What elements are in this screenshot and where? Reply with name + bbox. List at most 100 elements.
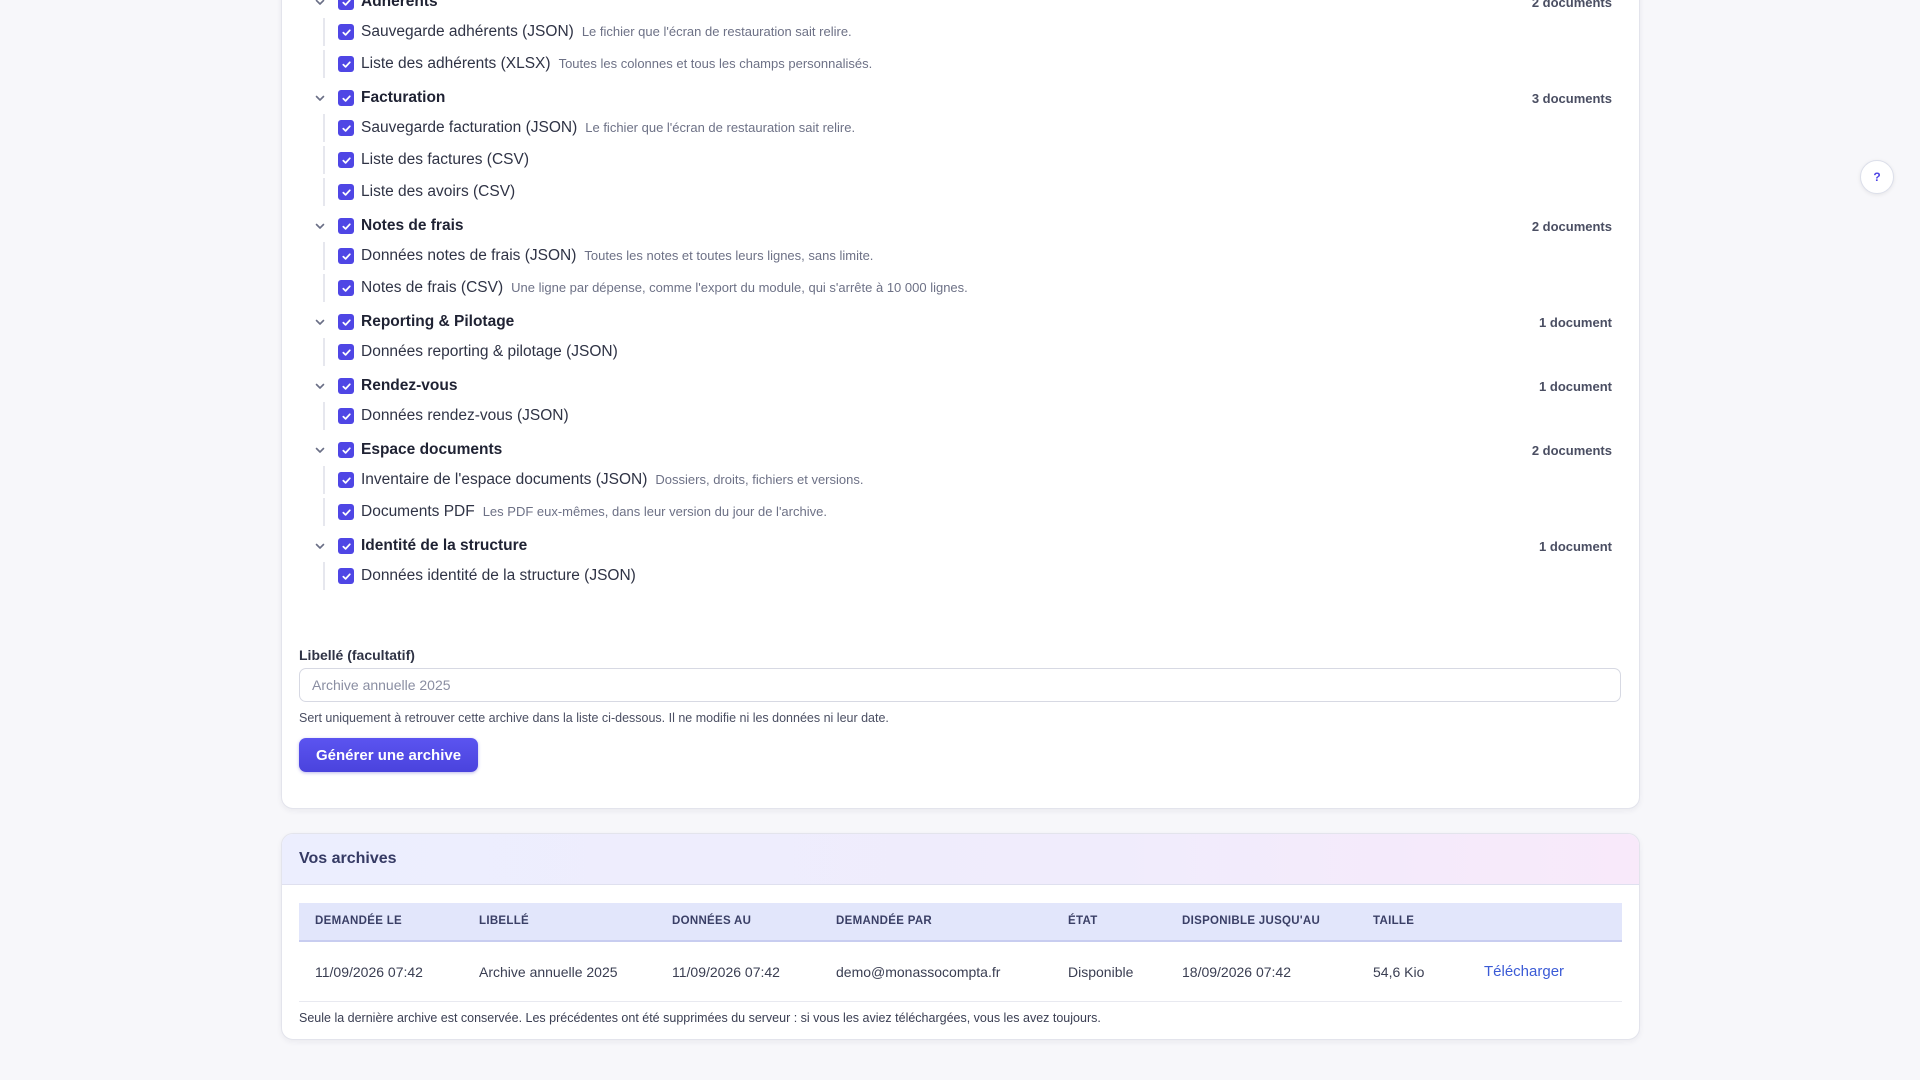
item-description: Toutes les colonnes et tous les champs p…: [558, 56, 873, 71]
label-field-helper: Sert uniquement à retrouver cette archiv…: [299, 711, 889, 725]
item-checkbox[interactable]: [338, 568, 354, 584]
item-checkbox[interactable]: [338, 184, 354, 200]
item-label-wrap: Données rendez-vous (JSON): [361, 407, 569, 425]
chevron-down-icon[interactable]: [313, 539, 327, 553]
item-label-wrap: Données notes de frais (JSON) Toutes les …: [361, 247, 873, 265]
tree-guide-line: [323, 178, 325, 206]
item-label-wrap: Liste des factures (CSV): [361, 151, 529, 169]
help-label: ?: [1873, 170, 1881, 184]
chevron-down-icon[interactable]: [313, 0, 327, 9]
item-label: Liste des adhérents (XLSX): [361, 55, 551, 72]
item-description: Les PDF eux-mêmes, dans leur version du …: [482, 504, 827, 519]
archives-title: Vos archives: [299, 850, 397, 867]
group-checkbox[interactable]: [338, 218, 354, 234]
help-button[interactable]: ?: [1860, 160, 1894, 194]
chevron-down-icon[interactable]: [313, 379, 327, 393]
group-label: Rendez-vous: [361, 377, 458, 394]
group-checkbox[interactable]: [338, 442, 354, 458]
item-label: Sauvegarde facturation (JSON): [361, 119, 578, 136]
item-label-wrap: Documents PDF Les PDF eux-mêmes, dans leu…: [361, 503, 827, 521]
item-label: Inventaire de l'espace documents (JSON): [361, 471, 648, 488]
group-label: Notes de frais: [361, 217, 464, 234]
export-card: Adhérents 2 documents Sauvegarde adhérents…: [281, 0, 1640, 809]
group-document-count: 1 document: [1539, 538, 1612, 554]
list-item: Liste des adhérents (XLSX) Toutes les col…: [299, 50, 1612, 78]
group-document-count: 3 documents: [1531, 90, 1612, 106]
col-available-until: DISPONIBLE JUSQU'AU: [1182, 915, 1321, 927]
tree-guide-line: [323, 242, 325, 270]
cell-data-at: 11/09/2026 07:42: [672, 964, 780, 980]
list-item: Données notes de frais (JSON) Toutes les …: [299, 242, 1612, 270]
group-checkbox[interactable]: [338, 314, 354, 330]
chevron-down-icon[interactable]: [313, 91, 327, 105]
item-label: Documents PDF: [361, 503, 475, 520]
group-document-count: 2 documents: [1531, 0, 1612, 10]
group-document-count: 2 documents: [1531, 442, 1612, 458]
chevron-down-icon[interactable]: [313, 219, 327, 233]
item-checkbox[interactable]: [338, 280, 354, 296]
chevron-down-icon[interactable]: [313, 315, 327, 329]
archive-label-input[interactable]: [299, 668, 1621, 702]
list-item: Données identité de la structure (JSON): [299, 562, 1612, 590]
list-item: Sauvegarde adhérents (JSON) Le fichier qu…: [299, 18, 1612, 46]
item-label: Liste des avoirs (CSV): [361, 183, 516, 200]
item-checkbox[interactable]: [338, 152, 354, 168]
tree-guide-line: [323, 466, 325, 494]
item-checkbox[interactable]: [338, 472, 354, 488]
tree-guide-line: [323, 338, 325, 366]
group-row: Reporting & Pilotage 1 document: [299, 308, 1612, 336]
list-item: Notes de frais (CSV) Une ligne par dépens…: [299, 274, 1612, 302]
item-label: Notes de frais (CSV): [361, 279, 504, 296]
item-label: Données reporting & pilotage (JSON): [361, 343, 618, 360]
col-requested-on: DEMANDÉE LE: [315, 915, 403, 927]
download-link[interactable]: Télécharger: [1484, 944, 1564, 1000]
item-checkbox[interactable]: [338, 408, 354, 424]
cell-size: 54,6 Kio: [1373, 964, 1425, 980]
item-checkbox[interactable]: [338, 504, 354, 520]
table-row: 11/09/2026 07:42 Archive annuelle 2025 1…: [299, 944, 1622, 1002]
item-checkbox[interactable]: [338, 56, 354, 72]
group-document-count: 2 documents: [1531, 218, 1612, 234]
item-checkbox[interactable]: [338, 248, 354, 264]
item-checkbox[interactable]: [338, 24, 354, 40]
group-label: Identité de la structure: [361, 537, 528, 554]
group-checkbox[interactable]: [338, 0, 354, 10]
group-row: Espace documents 2 documents: [299, 436, 1612, 464]
item-description: Dossiers, droits, fichiers et versions.: [655, 472, 864, 487]
group-document-count: 1 document: [1539, 314, 1612, 330]
tree-guide-line: [323, 114, 325, 142]
archives-table-header: DEMANDÉE LE LIBELLÉ DONNÉES AU DEMANDÉE …: [299, 903, 1622, 942]
cell-status: Disponible: [1068, 964, 1134, 980]
col-data-at: DONNÉES AU: [672, 915, 752, 927]
list-item: Liste des factures (CSV): [299, 146, 1612, 174]
group-row: Notes de frais 2 documents: [299, 212, 1612, 240]
group-label: Adhérents: [361, 0, 438, 10]
item-checkbox[interactable]: [338, 344, 354, 360]
item-checkbox[interactable]: [338, 120, 354, 136]
item-description: Toutes les notes et toutes leurs lignes,…: [584, 248, 874, 263]
group-row: Rendez-vous 1 document: [299, 372, 1612, 400]
group-checkbox[interactable]: [338, 90, 354, 106]
archives-card: Vos archives DEMANDÉE LE LIBELLÉ DONNÉES…: [281, 833, 1640, 1040]
group-label: Facturation: [361, 89, 446, 106]
item-description: Le fichier que l'écran de restauration s…: [585, 120, 856, 135]
item-label: Données identité de la structure (JSON): [361, 567, 636, 584]
group-checkbox[interactable]: [338, 538, 354, 554]
tree-guide-line: [323, 562, 325, 590]
tree-guide-line: [323, 402, 325, 430]
item-label-wrap: Données reporting & pilotage (JSON): [361, 343, 618, 361]
item-label: Liste des factures (CSV): [361, 151, 529, 168]
item-label: Données rendez-vous (JSON): [361, 407, 569, 424]
cell-available-until: 18/09/2026 07:42: [1182, 964, 1291, 980]
item-description: Le fichier que l'écran de restauration s…: [581, 24, 852, 39]
col-size: TAILLE: [1373, 915, 1415, 927]
group-document-count: 1 document: [1539, 378, 1612, 394]
item-label-wrap: Sauvegarde adhérents (JSON) Le fichier qu…: [361, 23, 852, 41]
group-label: Reporting & Pilotage: [361, 313, 515, 330]
generate-archive-button[interactable]: Générer une archive: [299, 738, 479, 772]
cell-requested-on: 11/09/2026 07:42: [315, 964, 423, 980]
group-row: Facturation 3 documents: [299, 84, 1612, 112]
chevron-down-icon[interactable]: [313, 443, 327, 457]
group-checkbox[interactable]: [338, 378, 354, 394]
tree-guide-line: [323, 274, 325, 302]
